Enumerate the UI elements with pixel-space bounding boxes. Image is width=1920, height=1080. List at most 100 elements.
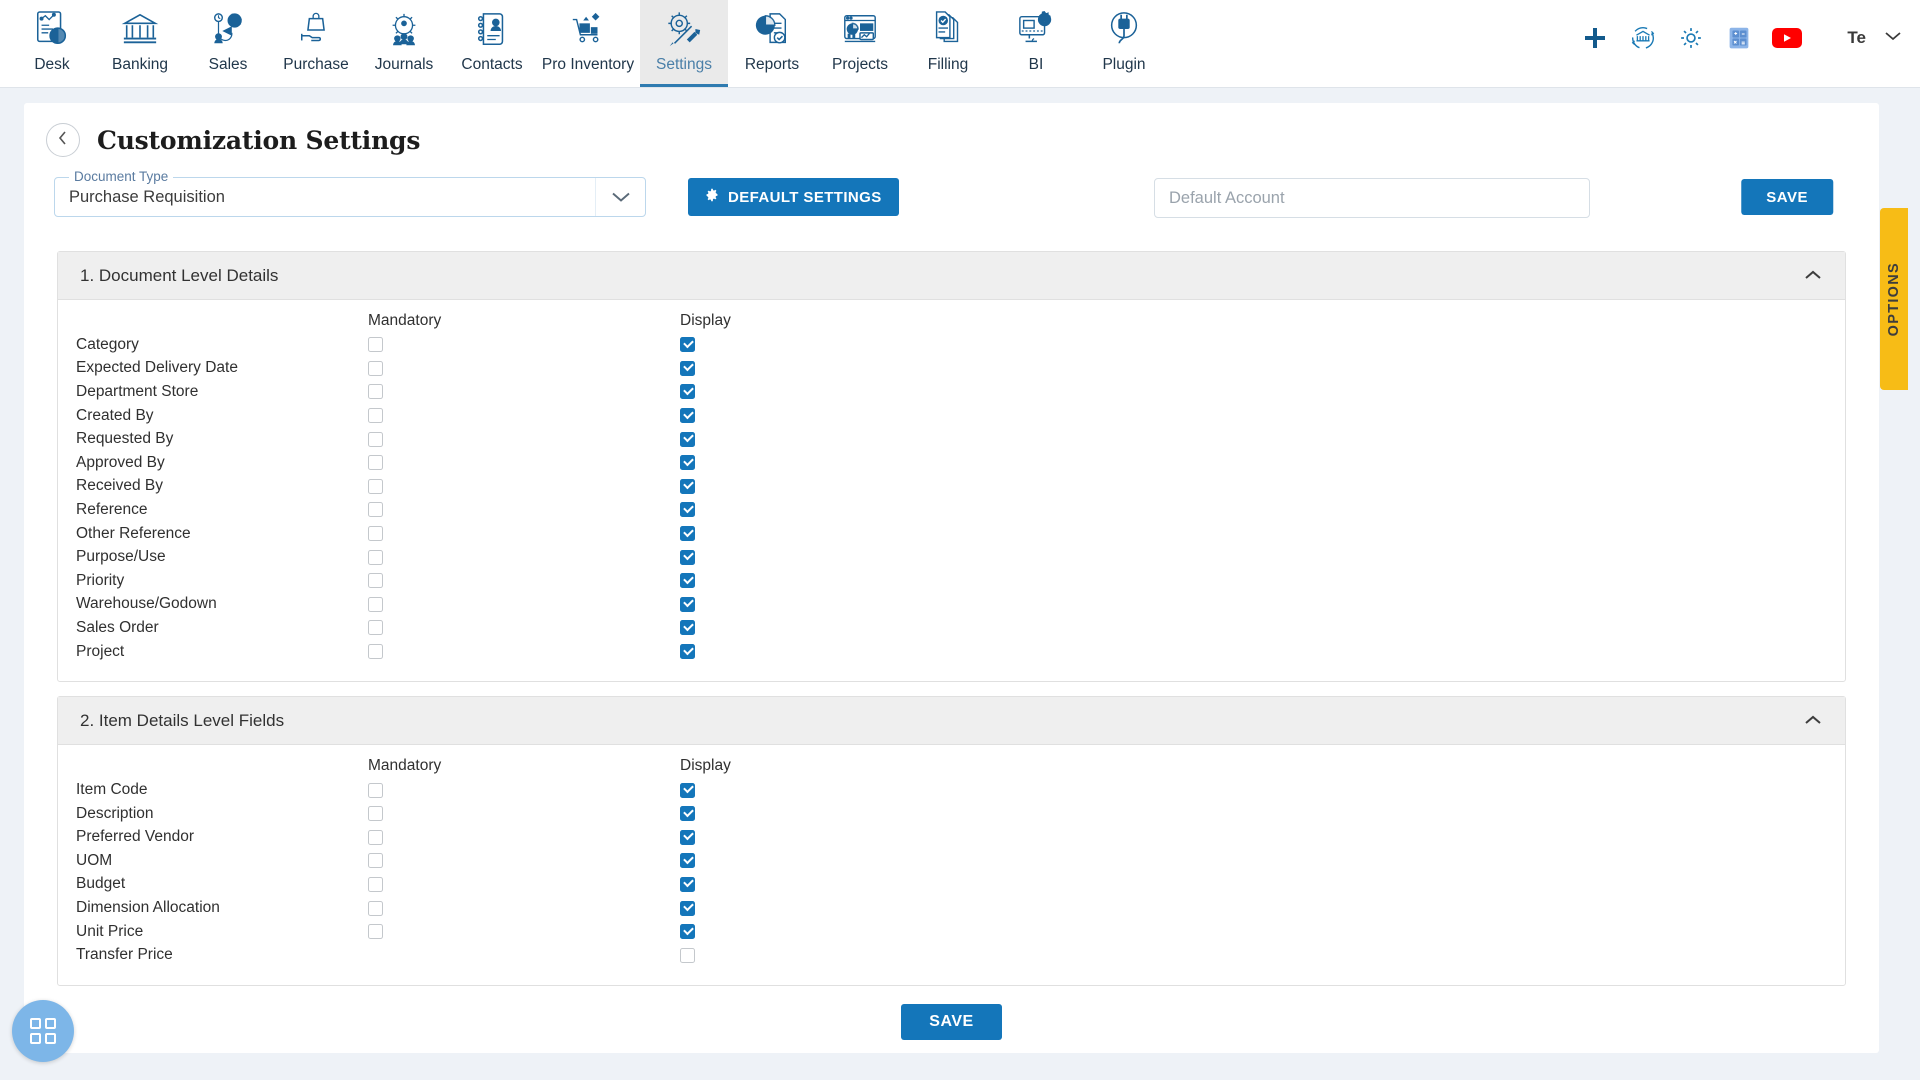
display-checkbox[interactable] <box>680 573 695 589</box>
nav-item-plugin[interactable]: Plugin <box>1080 0 1168 87</box>
display-cell <box>680 431 980 447</box>
mandatory-checkbox[interactable] <box>368 502 383 518</box>
display-checkbox[interactable] <box>680 644 695 660</box>
nav-item-bi[interactable]: BI <box>992 0 1080 87</box>
column-header-mandatory: Mandatory <box>368 757 442 775</box>
nav-item-purchase[interactable]: Purchase <box>272 0 360 87</box>
save-button-top[interactable]: SAVE <box>1741 179 1833 215</box>
mandatory-checkbox[interactable] <box>368 526 383 542</box>
nav-item-desk[interactable]: Desk <box>8 0 96 87</box>
display-checkbox[interactable] <box>680 502 695 518</box>
section-header[interactable]: 2. Item Details Level Fields <box>58 697 1845 746</box>
nav-item-reports[interactable]: Reports <box>728 0 816 87</box>
display-cell <box>680 782 980 798</box>
mandatory-checkbox[interactable] <box>368 455 383 471</box>
mandatory-checkbox[interactable] <box>368 620 383 636</box>
mandatory-checkbox[interactable] <box>368 408 383 424</box>
display-checkbox[interactable] <box>680 947 695 963</box>
field-label: Unit Price <box>76 922 144 940</box>
nav-right-actions: Te <box>1571 0 1920 75</box>
mandatory-checkbox[interactable] <box>368 596 383 612</box>
display-checkbox[interactable] <box>680 620 695 636</box>
mandatory-checkbox[interactable] <box>368 900 383 916</box>
mandatory-cell <box>368 360 680 376</box>
mandatory-checkbox[interactable] <box>368 573 383 589</box>
mandatory-cell <box>368 526 680 542</box>
display-checkbox[interactable] <box>680 384 695 400</box>
nav-item-sales[interactable]: Sales <box>184 0 272 87</box>
display-checkbox[interactable] <box>680 806 695 822</box>
display-checkbox[interactable] <box>680 526 695 542</box>
mandatory-checkbox[interactable] <box>368 644 383 660</box>
display-checkbox[interactable] <box>680 478 695 494</box>
display-checkbox[interactable] <box>680 408 695 424</box>
mandatory-checkbox[interactable] <box>368 806 383 822</box>
page-card: Customization Settings Document Type Pur… <box>24 103 1879 1053</box>
user-menu[interactable]: Te <box>1847 28 1902 48</box>
mandatory-checkbox[interactable] <box>368 337 383 353</box>
nav-item-filling[interactable]: Filling <box>904 0 992 87</box>
mandatory-checkbox[interactable] <box>368 360 383 376</box>
gear-icon[interactable] <box>1667 14 1715 62</box>
field-config-row: Transfer Price <box>58 943 1845 967</box>
default-account-input[interactable] <box>1154 178 1590 218</box>
mandatory-checkbox[interactable] <box>368 876 383 892</box>
nav-item-label: Plugin <box>1102 56 1146 73</box>
nav-item-label: Settings <box>655 56 712 73</box>
bank-sync-icon[interactable] <box>1619 14 1667 62</box>
mandatory-checkbox[interactable] <box>368 782 383 798</box>
options-side-tab[interactable]: OPTIONS <box>1880 208 1908 390</box>
display-checkbox[interactable] <box>680 900 695 916</box>
nav-item-settings[interactable]: Settings <box>640 0 728 87</box>
chevron-up-icon[interactable] <box>1803 269 1823 282</box>
mandatory-checkbox[interactable] <box>368 853 383 869</box>
nav-item-projects[interactable]: Projects <box>816 0 904 87</box>
field-label: UOM <box>76 851 113 869</box>
display-checkbox[interactable] <box>680 360 695 376</box>
document-type-select[interactable]: Document Type Purchase Requisition <box>54 169 646 217</box>
display-checkbox[interactable] <box>680 337 695 353</box>
nav-item-journals[interactable]: Journals <box>360 0 448 87</box>
mandatory-cell <box>368 876 680 892</box>
nav-item-label: Purchase <box>283 56 349 73</box>
display-cell <box>680 900 980 916</box>
default-settings-button[interactable]: DEFAULT SETTINGS <box>688 178 899 216</box>
nav-item-label: Contacts <box>461 56 523 73</box>
field-label: Priority <box>76 571 125 589</box>
mandatory-checkbox[interactable] <box>368 478 383 494</box>
display-checkbox[interactable] <box>680 455 695 471</box>
display-checkbox[interactable] <box>680 829 695 845</box>
save-button-bottom[interactable]: SAVE <box>901 1004 1002 1041</box>
mandatory-checkbox[interactable] <box>368 384 383 400</box>
field-label: Purpose/Use <box>76 548 166 566</box>
display-checkbox[interactable] <box>680 596 695 612</box>
app-launcher-fab[interactable] <box>12 1000 74 1062</box>
display-checkbox[interactable] <box>680 853 695 869</box>
display-checkbox[interactable] <box>680 924 695 940</box>
display-checkbox[interactable] <box>680 431 695 447</box>
display-checkbox[interactable] <box>680 876 695 892</box>
chevron-down-icon[interactable] <box>595 178 645 216</box>
nav-item-contacts[interactable]: Contacts <box>448 0 536 87</box>
mandatory-checkbox[interactable] <box>368 924 383 940</box>
youtube-icon[interactable] <box>1763 14 1811 62</box>
field-config-row: Created By <box>58 404 1845 428</box>
display-checkbox[interactable] <box>680 549 695 565</box>
nav-item-pro-inventory[interactable]: Pro Inventory <box>536 0 640 87</box>
section-header[interactable]: 1. Document Level Details <box>58 252 1845 300</box>
display-cell <box>680 455 980 471</box>
mandatory-cell <box>368 806 680 822</box>
calculator-icon[interactable] <box>1715 14 1763 62</box>
chevron-up-icon[interactable] <box>1803 714 1823 727</box>
plus-icon[interactable] <box>1571 14 1619 62</box>
nav-item-label: Banking <box>111 56 168 73</box>
mandatory-checkbox[interactable] <box>368 829 383 845</box>
display-checkbox[interactable] <box>680 782 695 798</box>
mandatory-checkbox[interactable] <box>368 549 383 565</box>
display-cell <box>680 360 980 376</box>
nav-item-banking[interactable]: Banking <box>96 0 184 87</box>
field-config-row: Dimension Allocation <box>58 896 1845 920</box>
back-button[interactable] <box>46 123 80 157</box>
mandatory-checkbox[interactable] <box>368 431 383 447</box>
mandatory-cell <box>368 644 680 660</box>
